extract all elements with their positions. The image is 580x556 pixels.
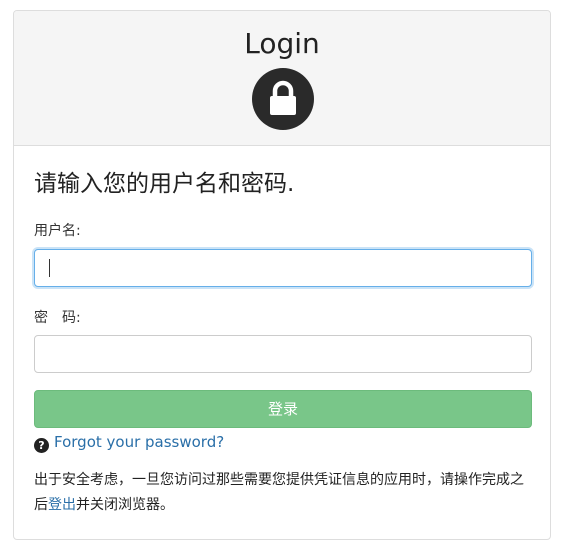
forgot-password-row: ? Forgot your password?	[34, 432, 224, 453]
forgot-password-link[interactable]: Forgot your password?	[54, 433, 224, 451]
panel-heading: Login	[14, 11, 550, 146]
login-button[interactable]: 登录	[34, 390, 532, 428]
login-panel: Login 请输入您的用户名和密码. 用户名: 密 码: 登录 ? Forgot …	[13, 10, 551, 540]
password-label: 密 码:	[34, 310, 81, 326]
logout-link[interactable]: 登出	[48, 497, 76, 513]
security-notice: 出于安全考虑，一旦您访问过那些需要您提供凭证信息的应用时，请操作完成之后登出并关…	[34, 468, 534, 518]
text-caret	[49, 259, 50, 277]
question-circle-icon: ?	[34, 438, 49, 453]
password-input[interactable]	[35, 336, 531, 372]
notice-text-after: 并关闭浏览器。	[76, 497, 174, 513]
login-prompt: 请输入您的用户名和密码.	[34, 171, 295, 197]
username-input[interactable]	[35, 250, 531, 286]
page-title: Login	[244, 27, 320, 60]
username-field[interactable]	[34, 249, 532, 287]
username-label: 用户名:	[34, 223, 81, 239]
password-field[interactable]	[34, 335, 532, 373]
lock-icon	[252, 68, 314, 130]
